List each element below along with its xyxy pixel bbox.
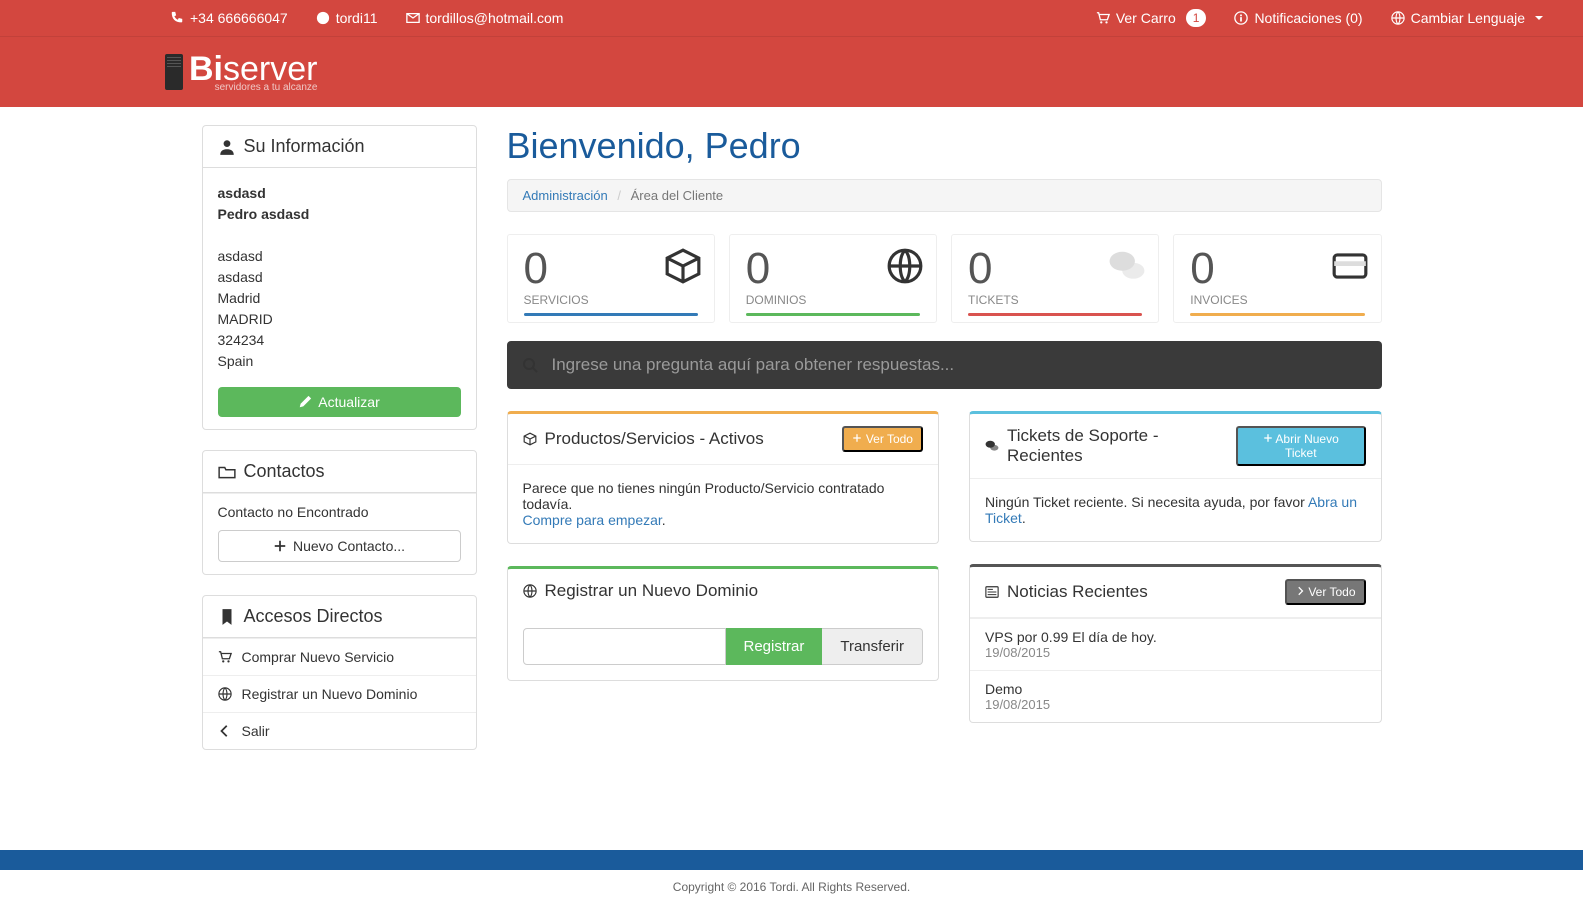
topbar-phone[interactable]: +34 666666047 [170,10,288,26]
panel-title: Contactos [244,461,325,482]
user-state: MADRID [218,311,273,327]
search-input[interactable] [552,355,1367,375]
panel-title: Su Información [244,136,365,157]
plus-icon [1263,433,1273,443]
comments-icon [1108,247,1146,285]
skype-icon [316,11,330,25]
chevron-down-icon [1535,16,1543,20]
shortcut-logout[interactable]: Salir [203,712,476,749]
plus-icon [852,433,862,443]
topbar-email[interactable]: tordillos@hotmail.com [406,10,564,26]
breadcrumb: Administración / Área del Cliente [507,179,1382,212]
arrow-right-icon [1295,586,1305,596]
user-country: Spain [218,353,254,369]
footer-bar [0,850,1583,870]
open-ticket-button[interactable]: Abrir Nuevo Ticket [1236,426,1366,466]
stat-tickets[interactable]: 0 TICKETS [951,234,1159,323]
news-icon [985,585,999,599]
stat-domains[interactable]: 0 DOMINIOS [729,234,937,323]
card-news: Noticias Recientes Ver Todo VPS por 0.99… [969,564,1382,723]
shortcut-register-domain[interactable]: Registrar un Nuevo Dominio [203,675,476,712]
user-company: asdasd [218,185,266,201]
cart-icon [218,650,232,664]
cart-badge: 1 [1186,9,1207,27]
register-button[interactable]: Registrar [726,628,823,665]
plus-icon [273,539,287,553]
card-products: Productos/Servicios - Activos Ver Todo P… [507,411,939,544]
news-item[interactable]: VPS por 0.99 El día de hoy. 19/08/2015 [970,618,1381,670]
server-icon [165,54,183,90]
card-icon [1331,247,1369,285]
folder-icon [218,463,236,481]
globe-icon [886,247,924,285]
panel-user-info: Su Información asdasd Pedro asdasd asdas… [202,125,477,430]
card-register-domain: Registrar un Nuevo Dominio Registrar Tra… [507,566,939,681]
globe-icon [1391,11,1405,25]
search-icon [522,357,538,373]
cart-icon [1096,11,1110,25]
news-item[interactable]: Demo 19/08/2015 [970,670,1381,722]
footer-text: Copyright © 2016 Tordi. All Rights Reser… [0,870,1583,914]
cube-icon [523,432,537,446]
cube-icon [664,247,702,285]
products-view-all-button[interactable]: Ver Todo [842,426,923,452]
comments-icon [985,439,999,453]
pencil-icon [298,395,312,409]
brand-logo[interactable]: Biserver servidores a tu alcanze [165,52,317,93]
new-contact-button[interactable]: Nuevo Contacto... [218,530,461,562]
shortcut-buy-service[interactable]: Comprar Nuevo Servicio [203,638,476,675]
products-start-link[interactable]: Compre para empezar [523,512,662,528]
globe-icon [523,584,537,598]
transfer-button[interactable]: Transferir [822,628,923,665]
user-addr1: asdasd [218,248,263,264]
topbar-language[interactable]: Cambiar Lenguaje [1391,10,1543,26]
user-name: Pedro asdasd [218,206,310,222]
domain-input[interactable] [523,628,726,665]
user-addr2: asdasd [218,269,263,285]
breadcrumb-current: Área del Cliente [631,188,724,203]
topbar-cart[interactable]: Ver Carro1 [1096,9,1207,27]
stat-services[interactable]: 0 SERVICIOS [507,234,715,323]
breadcrumb-home[interactable]: Administración [523,188,608,203]
update-button[interactable]: Actualizar [218,387,461,417]
search-bar[interactable] [507,341,1382,389]
card-tickets: Tickets de Soporte - Recientes Abrir Nue… [969,411,1382,542]
panel-title: Accesos Directos [244,606,383,627]
user-city: Madrid [218,290,261,306]
phone-icon [170,11,184,25]
topbar-skype[interactable]: tordi11 [316,10,378,26]
bookmark-icon [218,608,236,626]
panel-shortcuts: Accesos Directos Comprar Nuevo Servicio … [202,595,477,750]
user-zip: 324234 [218,332,265,348]
arrow-left-icon [218,724,232,738]
topbar-notifications[interactable]: Notificaciones (0) [1234,10,1362,26]
stat-invoices[interactable]: 0 INVOICES [1173,234,1381,323]
user-icon [218,138,236,156]
globe-icon [218,687,232,701]
panel-contacts: Contactos Contacto no Encontrado Nuevo C… [202,450,477,575]
contacts-empty: Contacto no Encontrado [203,493,476,530]
envelope-icon [406,11,420,25]
news-view-all-button[interactable]: Ver Todo [1285,579,1366,605]
info-icon [1234,11,1248,25]
page-title: Bienvenido, Pedro [507,125,1382,167]
